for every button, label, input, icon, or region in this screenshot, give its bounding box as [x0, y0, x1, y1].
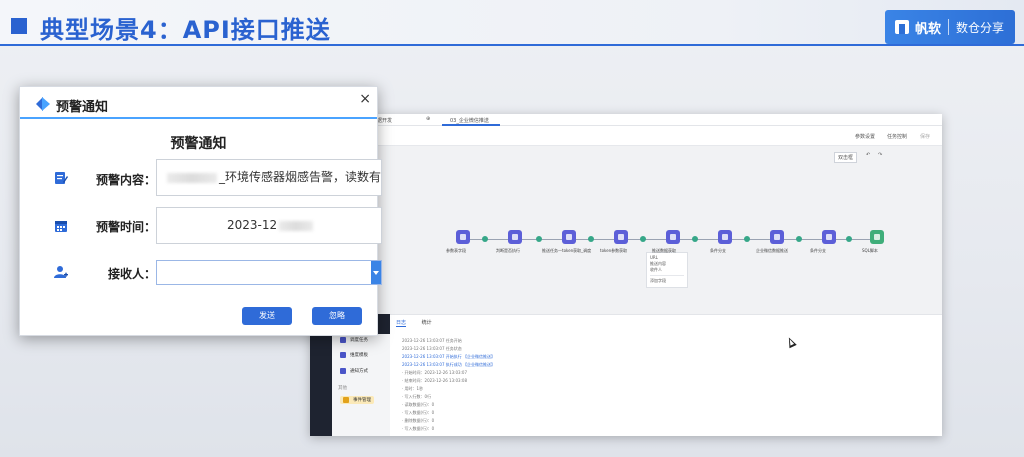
- side-item-dispatch[interactable]: 调度任务: [340, 337, 368, 343]
- flow-node-label: 条件分支: [710, 248, 726, 253]
- close-icon[interactable]: ×: [359, 91, 371, 107]
- dialog-title: 预警通知: [56, 100, 109, 115]
- slide-header: 典型场景4：API接口推送 帆软 数仓分享: [0, 0, 1024, 46]
- tab-active[interactable]: 03_企业微信推送: [442, 115, 500, 126]
- flow-dot: [482, 236, 488, 242]
- flow-node-label: 判断是否执行: [496, 248, 520, 253]
- flow-node-label: token参数获取: [600, 248, 628, 253]
- redacted-text: [279, 220, 314, 231]
- undo-icon[interactable]: ↶: [866, 152, 870, 158]
- log-line: · 写入数据(行)：0: [402, 410, 435, 415]
- template-icon: [340, 352, 346, 358]
- flow-node[interactable]: [770, 230, 784, 244]
- side-item-event[interactable]: 事件管理: [340, 396, 374, 404]
- flow-node[interactable]: [456, 230, 470, 244]
- save-button[interactable]: 保存: [920, 133, 930, 140]
- flow-node[interactable]: [870, 230, 884, 244]
- flow-dot: [588, 236, 594, 242]
- panel-tabs: 日志 统计: [396, 319, 446, 327]
- flow-node-label: SQL脚本: [862, 248, 878, 253]
- calendar-icon: [55, 221, 67, 232]
- flow-dot: [744, 236, 750, 242]
- side-group-label: 其他: [338, 386, 347, 391]
- flow-node[interactable]: [614, 230, 628, 244]
- dialog-header: 预警通知 ×: [20, 87, 377, 119]
- dialog-heading: 预警通知: [170, 136, 227, 152]
- recipient-label: 接收人：: [107, 267, 156, 281]
- brand-divider: [948, 19, 950, 35]
- log-line: · 删除数据(行)：0: [402, 418, 435, 423]
- fanruan-logo-icon: [895, 20, 909, 34]
- flow-canvas[interactable]: 双击框 ↶ ↷ URL 推送内容 收件人 添加字段 参数表字段 判断是否执行 推送任…: [310, 146, 942, 314]
- log-line: · 结束时间：2023-12-26 13:03:08: [402, 378, 468, 383]
- send-button[interactable]: 发送: [242, 307, 292, 325]
- tab-home-icon[interactable]: ⊕: [426, 116, 430, 122]
- flow-node[interactable]: [822, 230, 836, 244]
- recipient-select[interactable]: [156, 260, 382, 285]
- slide-title: 典型场景4：API接口推送: [40, 16, 331, 44]
- brand-subtitle: 数仓分享: [956, 20, 1005, 35]
- log-line: 2023-12-26 13:03:07 开始执行 【企业微信推送】: [402, 354, 496, 359]
- background-app-window: 数据开发 ⊕ 03_企业微信推送 参数设置 任务控制 保存 双击框 ↶ ↷ UR…: [310, 114, 942, 436]
- title-marker: [11, 18, 27, 34]
- time-field[interactable]: 2023-12: [156, 207, 382, 244]
- tab-stats[interactable]: 统计: [422, 319, 432, 326]
- task-icon: [340, 337, 346, 343]
- log-line: · 写入行数：0行: [402, 394, 432, 399]
- time-label: 预警时间：: [95, 220, 156, 234]
- content-field[interactable]: _环境传感器烟感告警，读数有告...: [156, 159, 382, 196]
- redo-icon[interactable]: ↷: [878, 152, 882, 158]
- flow-dot: [536, 236, 542, 242]
- edit-note-icon: [55, 172, 68, 184]
- field-popup: URL 推送内容 收件人 添加字段: [646, 252, 688, 288]
- notify-icon: [340, 368, 346, 374]
- flow-node-label: 推送数据获取: [652, 248, 676, 253]
- flow-node-label: 企业微信数据推送: [756, 248, 788, 253]
- log-line: 2023-12-26 13:03:07 任务开始: [402, 338, 462, 343]
- side-item-template[interactable]: 维度模板: [340, 352, 368, 358]
- tab-log[interactable]: 日志: [396, 319, 407, 327]
- flow-node[interactable]: [718, 230, 732, 244]
- app-logo-icon: [36, 97, 50, 111]
- flow-node-label: 推送任务—token获取_调度: [542, 248, 592, 253]
- flow-dot: [692, 236, 698, 242]
- param-settings-button[interactable]: 参数设置: [855, 133, 875, 140]
- log-line: 2023-12-26 13:03:07 任务状态: [402, 346, 462, 351]
- chevron-down-icon[interactable]: [371, 261, 381, 284]
- side-item-notify[interactable]: 通知方式: [340, 368, 368, 374]
- log-line: 2023-12-26 13:03:07 执行成功 【企业微信推送】: [402, 362, 496, 367]
- popup-item[interactable]: 收件人: [650, 267, 684, 273]
- brand-logo-box: 帆软 数仓分享: [885, 10, 1015, 44]
- task-control-button[interactable]: 任务控制: [887, 133, 907, 140]
- add-user-icon: [54, 266, 68, 278]
- flow-dot: [796, 236, 802, 242]
- ignore-button[interactable]: 忽略: [312, 307, 362, 325]
- flow-node[interactable]: [666, 230, 680, 244]
- flow-node-label: 参数表字段: [446, 248, 466, 253]
- content-label: 预警内容：: [95, 173, 156, 187]
- app-toolbar: 参数设置 任务控制 保存: [310, 126, 942, 146]
- run-button[interactable]: 双击框: [834, 152, 858, 163]
- log-line: · 写入数据(行)：0: [402, 426, 435, 431]
- popup-item[interactable]: 添加字段: [650, 278, 684, 284]
- flow-node[interactable]: [508, 230, 522, 244]
- redacted-text: [167, 172, 217, 183]
- flow-dot: [640, 236, 646, 242]
- log-line: · 开始时间：2023-12-26 13:03:07: [402, 370, 468, 375]
- event-icon: [343, 397, 349, 403]
- app-tab-bar: 数据开发 ⊕ 03_企业微信推送: [310, 114, 942, 126]
- log-line: · 读取数据(行)：0: [402, 402, 435, 407]
- alert-dialog: 预警通知 × 预警通知 预警内容： _环境传感器烟感告警，读数有告... 预警时…: [19, 86, 382, 336]
- flow-dot: [846, 236, 852, 242]
- log-line: · 用时：1秒: [402, 386, 424, 391]
- flow-node[interactable]: [562, 230, 576, 244]
- popup-divider: [650, 275, 684, 276]
- brand-name: 帆软: [915, 21, 942, 37]
- flow-node-label: 条件分支: [810, 248, 826, 253]
